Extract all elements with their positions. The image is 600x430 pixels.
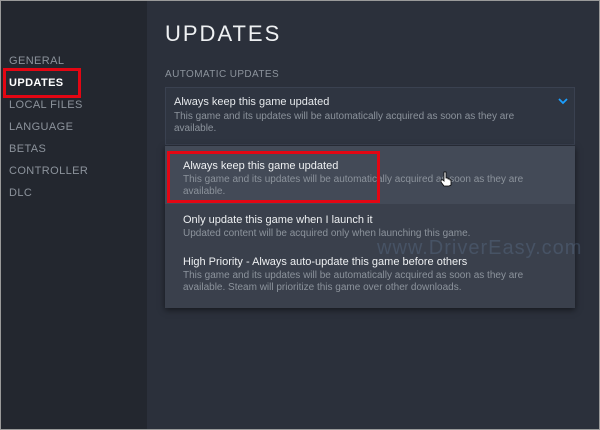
option-desc: This game and its updates will be automa… bbox=[183, 270, 524, 293]
dropdown-selected-desc: This game and its updates will be automa… bbox=[174, 111, 515, 134]
automatic-updates-dropdown[interactable]: Always keep this game updated This game … bbox=[165, 87, 575, 145]
section-label-automatic-updates: AUTOMATIC UPDATES bbox=[165, 69, 280, 80]
dropdown-selected-title: Always keep this game updated bbox=[174, 96, 330, 108]
watermark-text: www.DriverEasy.com bbox=[377, 237, 583, 259]
steam-properties-window: GENERAL UPDATES LOCAL FILES LANGUAGE BET… bbox=[0, 0, 600, 430]
option-title: Only update this game when I launch it bbox=[183, 214, 373, 226]
main-panel: UPDATES AUTOMATIC UPDATES Always keep th… bbox=[147, 1, 599, 429]
page-title: UPDATES bbox=[165, 21, 282, 46]
sidebar-item-local-files[interactable]: LOCAL FILES bbox=[9, 99, 83, 111]
sidebar-item-language[interactable]: LANGUAGE bbox=[9, 121, 73, 133]
sidebar-item-dlc[interactable]: DLC bbox=[9, 187, 32, 199]
sidebar: GENERAL UPDATES LOCAL FILES LANGUAGE BET… bbox=[1, 1, 147, 429]
sidebar-item-controller[interactable]: CONTROLLER bbox=[9, 165, 88, 177]
sidebar-item-general[interactable]: GENERAL bbox=[9, 55, 64, 67]
hand-cursor-icon bbox=[440, 171, 452, 187]
updates-highlight-box bbox=[3, 68, 81, 98]
chevron-down-icon[interactable] bbox=[556, 94, 570, 108]
sidebar-item-betas[interactable]: BETAS bbox=[9, 143, 46, 155]
option-highlight-box bbox=[167, 151, 380, 203]
